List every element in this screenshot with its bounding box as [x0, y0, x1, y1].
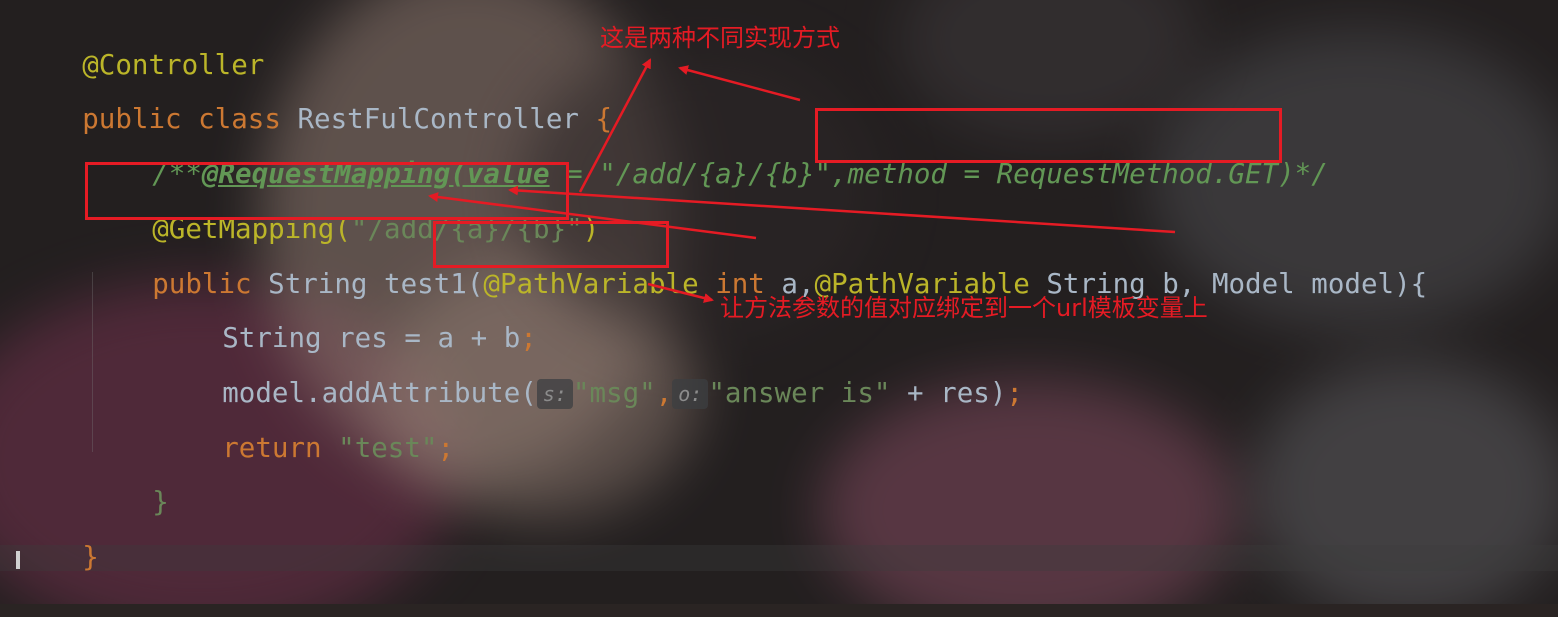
plus-res: + res)	[890, 377, 1007, 409]
current-line-highlight	[0, 545, 1558, 571]
comma: ,	[655, 377, 673, 409]
highlight-box-pathvariable	[433, 221, 669, 268]
param-model: model){	[1311, 268, 1428, 300]
arg-msg: "msg"	[572, 377, 656, 409]
param-model-type: Model	[1211, 268, 1295, 300]
highlight-box-getmapping	[85, 162, 569, 220]
code-line-5: public String test1(@PathVariable int a,…	[86, 224, 1427, 300]
keyword-return: return	[222, 432, 322, 464]
arg-answer: "answer is"	[708, 377, 891, 409]
code-line-9: }	[86, 442, 169, 518]
code-line-8: return "test";	[156, 388, 454, 464]
code-line-6: String res = a + b;	[156, 278, 537, 354]
note-path-variable-binding: 让方法参数的值对应绑定到一个url模板变量上	[720, 294, 1208, 322]
return-string: "test"	[338, 432, 438, 464]
code-line-1: @Controller	[16, 5, 264, 81]
semicolon: ;	[437, 432, 455, 464]
comment-close: )*/	[1278, 158, 1328, 190]
method-close-brace: }	[152, 486, 169, 518]
note-two-implementations: 这是两种不同实现方式	[600, 24, 840, 52]
code-line-7: model.addAttribute(s: "msg", o: "answer is"…	[156, 333, 1023, 409]
class-close-brace: }	[82, 541, 99, 573]
semicolon: ;	[1006, 377, 1023, 409]
param-hint-s: s:	[536, 379, 573, 409]
param-hint-o: o:	[672, 379, 709, 409]
code-line-2: public class RestFulController {	[16, 59, 612, 135]
code-line-10: }	[16, 497, 99, 573]
highlight-box-method	[815, 108, 1282, 163]
